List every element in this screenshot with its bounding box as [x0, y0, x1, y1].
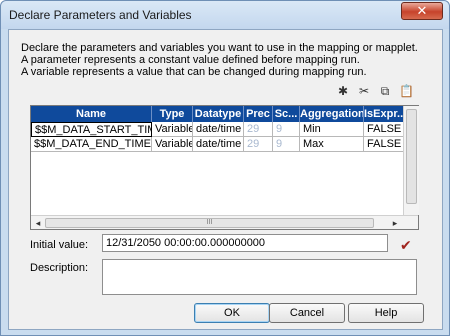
help-button[interactable]: Help: [348, 303, 424, 323]
description-line-3: A variable represents a value that can b…: [21, 66, 367, 78]
vertical-scroll-thumb[interactable]: [406, 109, 417, 204]
initial-value-label: Initial value:: [30, 239, 89, 251]
col-header-type[interactable]: Type: [152, 106, 193, 122]
initial-value-field[interactable]: 12/31/2050 00:00:00.000000000: [102, 234, 388, 252]
cell-prec: 29: [244, 122, 273, 137]
copy-icon[interactable]: ⧉: [378, 84, 392, 98]
col-header-prec[interactable]: Prec: [244, 106, 273, 122]
cell-type[interactable]: Variable: [152, 137, 193, 152]
col-header-aggregation[interactable]: Aggregation: [300, 106, 364, 122]
cell-name[interactable]: $$M_DATA_END_TIME: [31, 137, 152, 152]
description-label: Description:: [30, 262, 89, 274]
parameters-grid[interactable]: Name Type Datatype Prec Sc... Aggregatio…: [30, 105, 419, 230]
scroll-left-icon[interactable]: ◂: [31, 217, 45, 229]
cell-prec: 29: [244, 137, 273, 152]
col-header-isexpr[interactable]: IsExpr...: [364, 106, 404, 122]
cell-isexpr[interactable]: FALSE: [364, 122, 404, 137]
close-button[interactable]: ✕: [401, 2, 443, 20]
vertical-scrollbar[interactable]: [403, 106, 419, 215]
cell-name[interactable]: $$M_DATA_START_TIME: [31, 122, 152, 137]
horizontal-scroll-thumb[interactable]: III: [45, 218, 374, 228]
description-line-2: A parameter represents a constant value …: [21, 54, 360, 66]
cell-aggregation[interactable]: Max: [300, 137, 364, 152]
new-icon[interactable]: ✱: [336, 84, 350, 98]
table-row[interactable]: $$M_DATA_START_TIME Variable date/time 2…: [31, 122, 404, 137]
cell-datatype[interactable]: date/time: [193, 137, 244, 152]
description-field[interactable]: [102, 259, 417, 295]
ok-button[interactable]: OK: [194, 303, 270, 323]
horizontal-scrollbar[interactable]: ◂ III ▸: [31, 215, 418, 229]
table-row[interactable]: $$M_DATA_END_TIME Variable date/time 29 …: [31, 137, 404, 152]
scroll-right-icon[interactable]: ▸: [388, 217, 402, 229]
cell-type[interactable]: Variable: [152, 122, 193, 137]
cut-icon[interactable]: ✂: [357, 84, 371, 98]
col-header-datatype[interactable]: Datatype: [193, 106, 244, 122]
dialog-title: Declare Parameters and Variables: [9, 8, 192, 22]
cell-datatype[interactable]: date/time: [193, 122, 244, 137]
title-bar[interactable]: Declare Parameters and Variables ✕: [1, 1, 449, 29]
cell-isexpr[interactable]: FALSE: [364, 137, 404, 152]
cell-scale: 9: [273, 122, 300, 137]
col-header-scale[interactable]: Sc...: [273, 106, 300, 122]
col-header-name[interactable]: Name: [31, 106, 152, 122]
paste-icon[interactable]: 📋: [399, 84, 414, 98]
validate-check-icon[interactable]: ✔: [400, 237, 412, 254]
dialog-window: Declare Parameters and Variables ✕ Decla…: [0, 0, 450, 336]
description-line-1: Declare the parameters and variables you…: [21, 42, 418, 54]
grid-header: Name Type Datatype Prec Sc... Aggregatio…: [31, 106, 404, 122]
cancel-button[interactable]: Cancel: [269, 303, 345, 323]
cell-aggregation[interactable]: Min: [300, 122, 364, 137]
cell-scale: 9: [273, 137, 300, 152]
